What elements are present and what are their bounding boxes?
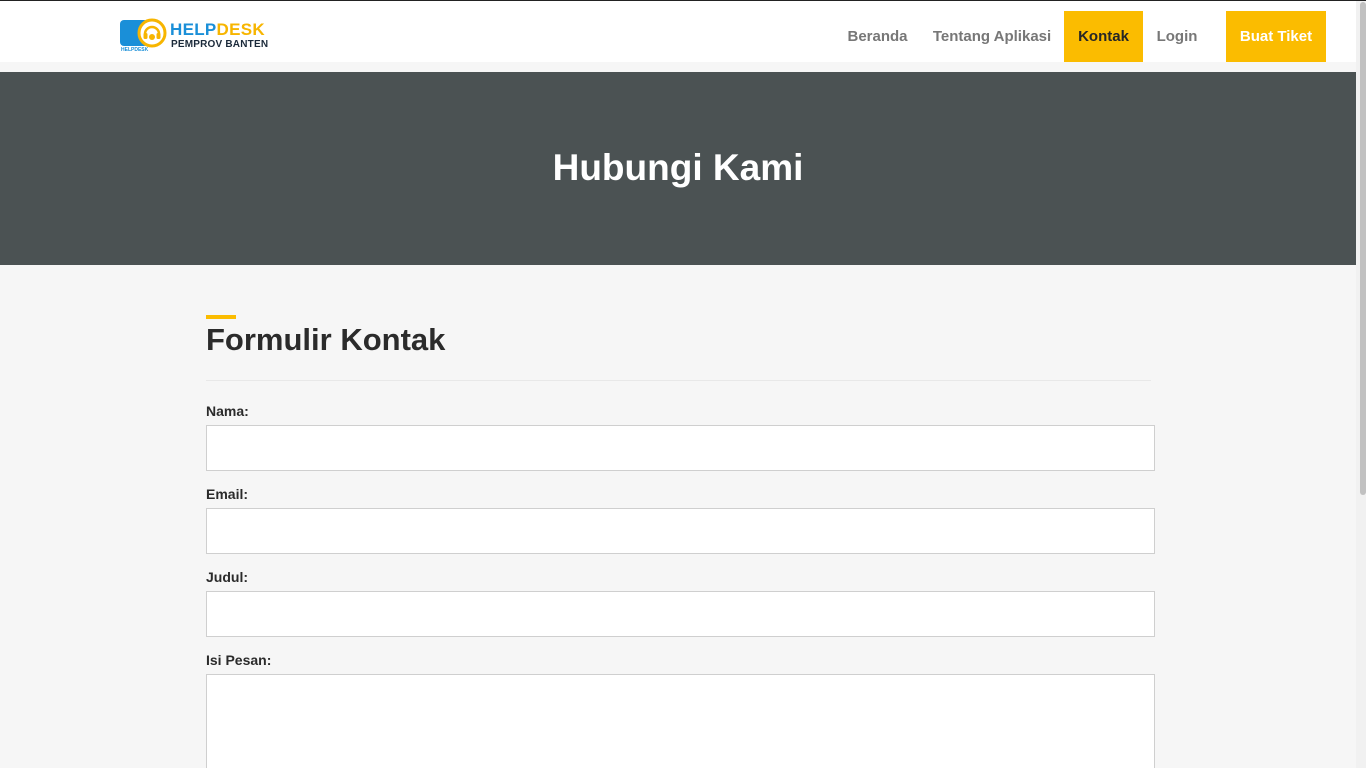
buat-tiket-button[interactable]: Buat Tiket xyxy=(1226,11,1326,62)
nama-input[interactable] xyxy=(206,425,1155,471)
title-accent-bar xyxy=(206,315,236,319)
logo-title: HELPDESK xyxy=(170,21,265,39)
form-title: Formulir Kontak xyxy=(206,322,446,357)
isi-pesan-textarea[interactable] xyxy=(206,674,1155,768)
logo-title-help: HELP xyxy=(170,20,217,39)
judul-input[interactable] xyxy=(206,591,1155,637)
nav-item-login[interactable]: Login xyxy=(1146,11,1208,62)
page-title: Hubungi Kami xyxy=(552,147,804,188)
hero-banner: Hubungi Kami xyxy=(0,72,1356,265)
email-label: Email: xyxy=(206,486,249,502)
divider xyxy=(206,380,1151,381)
nav-item-beranda[interactable]: Beranda xyxy=(840,11,915,62)
nav-item-tentang-aplikasi[interactable]: Tentang Aplikasi xyxy=(924,11,1060,62)
email-input[interactable] xyxy=(206,508,1155,554)
logo-mini-text: HELPDESK xyxy=(121,47,149,53)
scrollbar-thumb[interactable] xyxy=(1360,2,1366,495)
logo-subtitle: PEMPROV BANTEN xyxy=(171,39,269,50)
navbar: HELPDESK PEMPROV BANTEN HELPDESK Beranda… xyxy=(0,1,1356,62)
logo-title-desk: DESK xyxy=(216,20,265,39)
judul-label: Judul: xyxy=(206,569,248,585)
logo[interactable]: HELPDESK PEMPROV BANTEN HELPDESK xyxy=(120,18,270,54)
nama-label: Nama: xyxy=(206,403,249,419)
nav-spacer xyxy=(0,62,1356,72)
isi-pesan-label: Isi Pesan: xyxy=(206,652,272,668)
page: HELPDESK PEMPROV BANTEN HELPDESK Beranda… xyxy=(0,0,1366,768)
nav-item-kontak[interactable]: Kontak xyxy=(1064,11,1143,62)
